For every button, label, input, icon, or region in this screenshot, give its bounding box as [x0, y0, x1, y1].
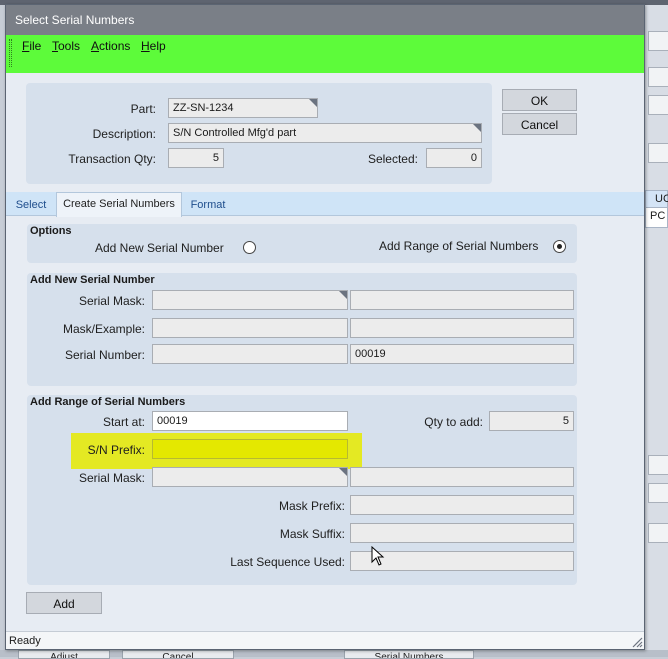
tab-select[interactable]: Select: [10, 192, 52, 216]
status-bar: Ready: [6, 631, 644, 649]
range-serial-mask-extra-field[interactable]: [350, 467, 574, 487]
qty-to-add-field[interactable]: 5: [489, 411, 574, 431]
menu-file[interactable]: File: [22, 39, 41, 53]
qty-to-add-label: Qty to add:: [424, 415, 483, 429]
start-at-field[interactable]: 00019: [152, 411, 348, 431]
menu-actions[interactable]: Actions: [91, 39, 130, 53]
add-button[interactable]: Add: [26, 592, 102, 614]
options-title: Options: [30, 225, 72, 237]
background-field: [648, 31, 668, 51]
serial-number-label: Serial Number:: [64, 348, 145, 362]
sn-prefix-label: S/N Prefix:: [87, 443, 145, 457]
serial-mask-label: Serial Mask:: [78, 294, 145, 308]
select-serial-numbers-dialog: Select Serial Numbers File Tools Actions…: [5, 4, 645, 650]
add-range-of-serial-numbers-radio[interactable]: [553, 240, 566, 253]
ok-button[interactable]: OK: [502, 89, 577, 111]
background-field: [648, 95, 668, 115]
background-tab-cancel[interactable]: Cancel: [122, 650, 234, 659]
dialog-title-bar[interactable]: Select Serial Numbers: [6, 5, 644, 35]
mask-prefix-label: Mask Prefix:: [278, 499, 345, 513]
add-range-title: Add Range of Serial Numbers: [30, 396, 186, 408]
background-tab-serial-numbers[interactable]: Serial Numbers: [344, 650, 474, 659]
serial-mask-extra-field[interactable]: [350, 290, 574, 310]
mask-suffix-field[interactable]: [350, 523, 574, 543]
mouse-cursor-icon: [371, 546, 385, 566]
mask-field[interactable]: [152, 318, 348, 338]
add-new-serial-number-title: Add New Serial Number: [30, 274, 155, 286]
add-new-serial-number-radio[interactable]: [243, 241, 256, 254]
menu-help[interactable]: Help: [141, 39, 166, 53]
menu-grip-icon[interactable]: [9, 39, 12, 67]
description-label: Description:: [92, 127, 156, 141]
selected-field[interactable]: 0: [426, 148, 482, 168]
tab-create-serial-numbers[interactable]: Create Serial Numbers: [56, 192, 182, 217]
background-field: [648, 523, 668, 543]
status-text: Ready: [9, 635, 41, 647]
transaction-qty-label: Transaction Qty:: [68, 152, 156, 166]
tab-format[interactable]: Format: [186, 192, 230, 216]
serial-number-field[interactable]: [152, 344, 348, 364]
part-field[interactable]: ZZ-SN-1234: [168, 98, 318, 118]
part-label: Part:: [130, 102, 156, 116]
range-serial-mask-field[interactable]: [152, 467, 348, 487]
background-field: [648, 455, 668, 475]
start-at-label: Start at:: [102, 415, 145, 429]
mask-suffix-label: Mask Suffix:: [279, 527, 345, 541]
background-grid-cell-pc: PC: [645, 208, 668, 228]
mask-example-label: Mask/Example:: [62, 322, 145, 336]
background-app-panel: [643, 5, 668, 657]
menu-bar: File Tools Actions Help: [6, 35, 644, 73]
background-field: [648, 483, 668, 503]
sn-prefix-field[interactable]: [152, 439, 348, 459]
add-new-serial-number-label: Add New Serial Number: [95, 241, 224, 255]
tab-strip: Select Create Serial Numbers Format: [6, 192, 644, 217]
example-field[interactable]: [350, 318, 574, 338]
dialog-title: Select Serial Numbers: [15, 13, 135, 27]
range-serial-mask-label: Serial Mask:: [78, 471, 145, 485]
background-field: [648, 143, 668, 163]
mask-prefix-field[interactable]: [350, 495, 574, 515]
resize-grip-icon[interactable]: [632, 637, 643, 648]
last-sequence-used-label: Last Sequence Used:: [230, 555, 345, 569]
background-field: [648, 67, 668, 87]
cancel-button[interactable]: Cancel: [502, 113, 577, 135]
background-grid-header-uc: UC: [645, 190, 668, 208]
add-range-of-serial-numbers-label: Add Range of Serial Numbers: [379, 239, 539, 253]
serial-number-value-field[interactable]: 00019: [350, 344, 574, 364]
background-tab-adjust[interactable]: Adjust: [18, 650, 110, 659]
description-field[interactable]: S/N Controlled Mfg'd part: [168, 123, 482, 143]
transaction-qty-field[interactable]: 5: [168, 148, 224, 168]
serial-mask-field[interactable]: [152, 290, 348, 310]
menu-tools[interactable]: Tools: [52, 39, 80, 53]
selected-label: Selected:: [367, 152, 418, 166]
